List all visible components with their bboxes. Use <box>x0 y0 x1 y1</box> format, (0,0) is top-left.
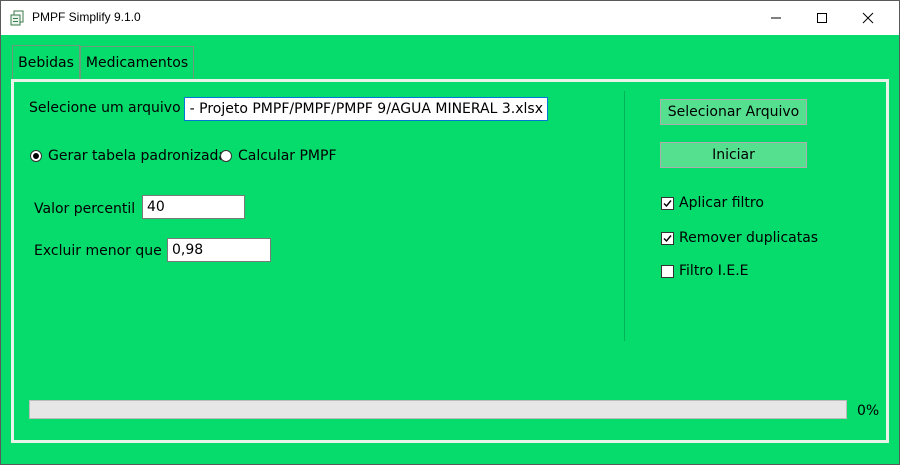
checkbox-remover-duplicatas[interactable] <box>661 232 674 245</box>
checkbox-filtro-iee[interactable] <box>661 265 674 278</box>
title-bar: PMPF Simplify 9.1.0 <box>1 1 899 35</box>
percentil-input[interactable]: 40 <box>142 195 245 219</box>
progress-bar <box>29 400 847 419</box>
checkbox-aplicar-filtro[interactable] <box>661 197 674 210</box>
progress-percent: 0% <box>857 403 880 419</box>
minimize-button[interactable] <box>753 1 799 35</box>
excluir-input[interactable]: 0,98 <box>167 238 271 262</box>
window-title: PMPF Simplify 9.1.0 <box>32 10 141 24</box>
close-icon <box>862 12 874 24</box>
checkmark-icon <box>663 200 672 208</box>
start-button[interactable]: Iniciar <box>660 142 807 168</box>
checkbox-remover-duplicatas-label: Remover duplicatas <box>679 230 819 246</box>
radio-gerar-tabela[interactable] <box>30 150 42 162</box>
close-button[interactable] <box>845 1 891 35</box>
divider <box>624 91 625 341</box>
checkbox-aplicar-filtro-label: Aplicar filtro <box>679 195 764 211</box>
maximize-icon <box>817 13 827 23</box>
minimize-icon <box>771 17 781 19</box>
tab-medicamentos[interactable]: Medicamentos <box>80 46 194 79</box>
percentil-label: Valor percentil <box>34 201 136 217</box>
file-path-text: alo - Projeto PMPF/PMPF/PMPF 9/AGUA MINE… <box>184 101 543 117</box>
checkbox-filtro-iee-label: Filtro I.E.E <box>679 263 749 279</box>
file-label: Selecione um arquivo <box>29 100 181 116</box>
app-icon <box>10 10 24 26</box>
tab-panel <box>11 79 889 443</box>
excluir-label: Excluir menor que <box>34 243 162 259</box>
tab-bebidas[interactable]: Bebidas <box>12 45 80 80</box>
radio-gerar-tabela-label: Gerar tabela padronizada <box>48 148 228 164</box>
radio-selected-dot <box>33 153 39 159</box>
checkmark-icon <box>663 235 672 243</box>
file-path-input[interactable]: alo - Projeto PMPF/PMPF/PMPF 9/AGUA MINE… <box>184 97 548 121</box>
app-window: PMPF Simplify 9.1.0 Bebidas Medicamentos… <box>0 0 900 465</box>
radio-calcular-pmpf-label: Calcular PMPF <box>238 148 337 164</box>
radio-calcular-pmpf[interactable] <box>220 150 232 162</box>
maximize-button[interactable] <box>799 1 845 35</box>
select-file-button[interactable]: Selecionar Arquivo <box>660 99 807 125</box>
